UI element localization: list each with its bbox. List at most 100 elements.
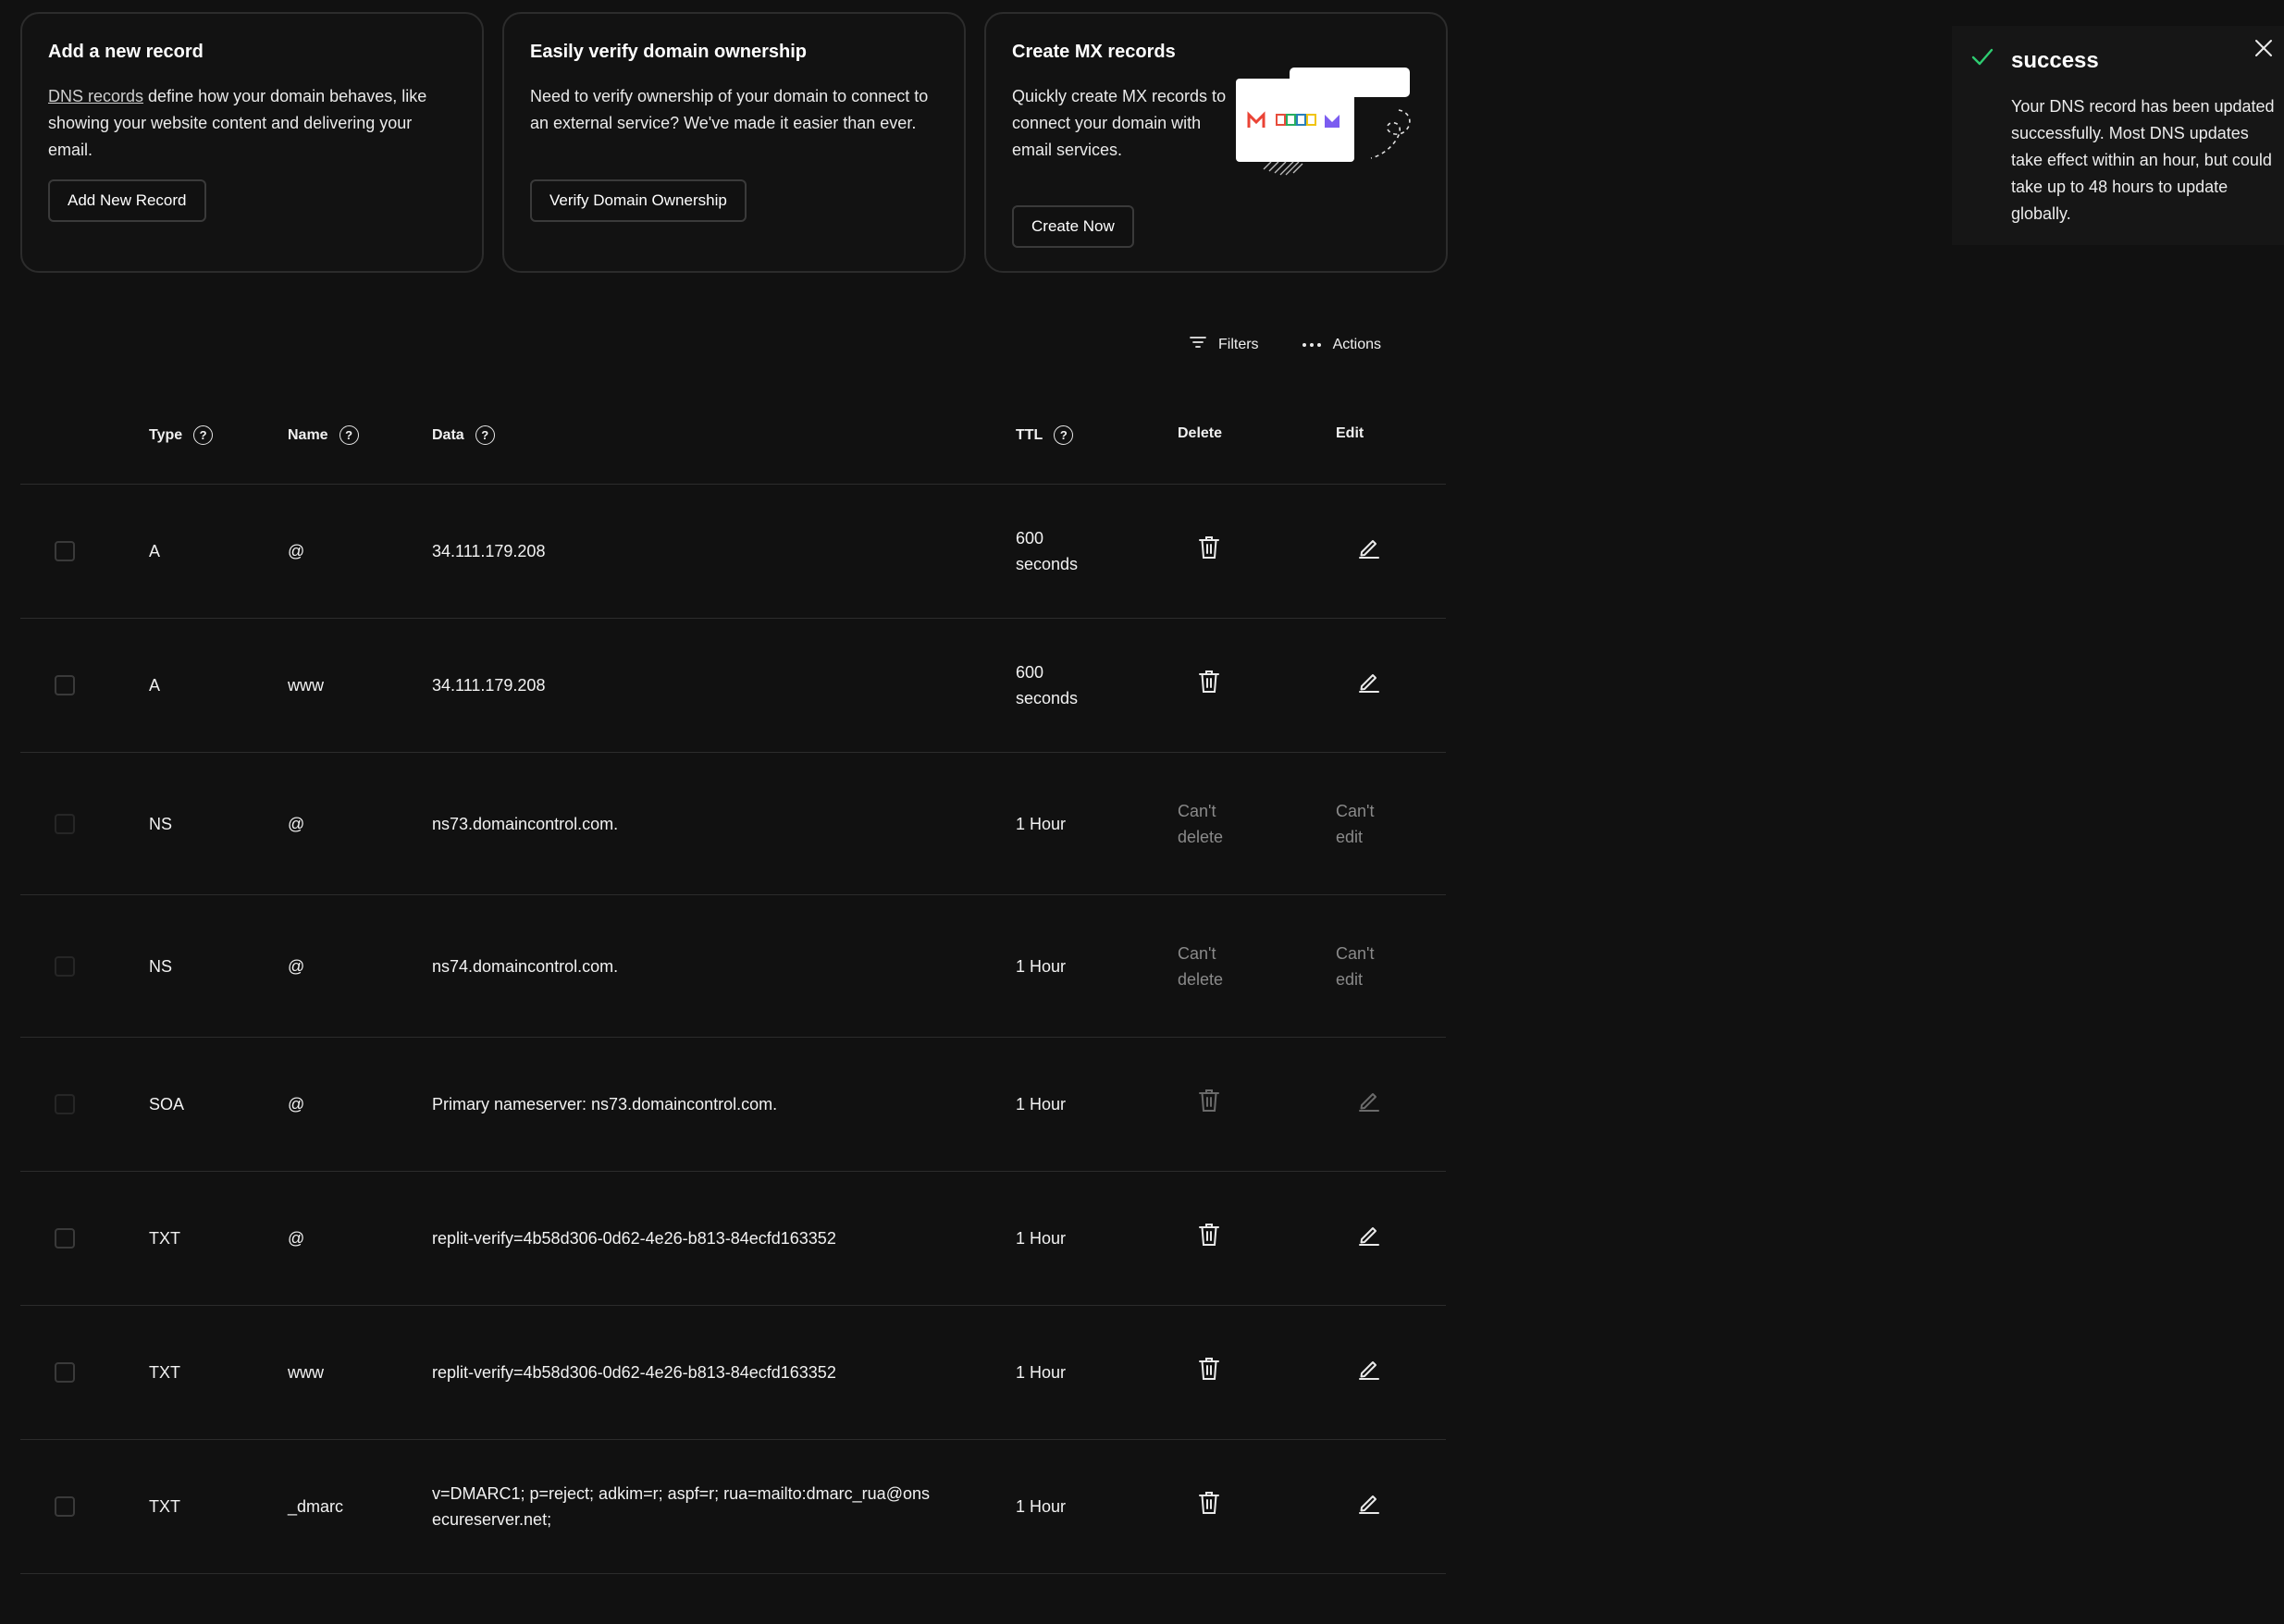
cell-type: SOA <box>149 1095 185 1113</box>
help-circle-icon[interactable]: ? <box>475 425 495 445</box>
edit-button[interactable] <box>1358 536 1380 566</box>
header-data-label: Data <box>432 426 464 443</box>
add-record-card-title: Add a new record <box>48 42 204 62</box>
cell-data: 34.111.179.208 <box>432 542 546 560</box>
table-row: A @ 34.111.179.208 600 seconds <box>20 485 1446 619</box>
edit-button[interactable] <box>1358 1358 1380 1387</box>
verify-domain-card-title: Easily verify domain ownership <box>530 42 807 62</box>
edit-button[interactable] <box>1358 671 1380 700</box>
header-delete: Delete <box>1178 425 1223 441</box>
cell-type: NS <box>149 956 173 976</box>
filters-label: Filters <box>1218 336 1259 352</box>
actions-label: Actions <box>1332 336 1382 352</box>
close-icon[interactable] <box>2253 37 2275 64</box>
cell-ttl: 600 seconds <box>1016 663 1079 707</box>
email-services-illustration <box>1236 68 1411 176</box>
verify-domain-card: Easily verify domain ownership Need to v… <box>502 12 966 273</box>
cell-type: TXT <box>149 1229 180 1248</box>
cell-ttl: 1 Hour <box>1016 1363 1067 1382</box>
row-checkbox[interactable] <box>55 1362 75 1383</box>
cell-ttl: 1 Hour <box>1016 1497 1067 1516</box>
filters-button[interactable]: Filters <box>1189 335 1259 354</box>
header-data: Data ? <box>432 425 950 445</box>
table-row: TXT _dmarc v=DMARC1; p=reject; adkim=r; … <box>20 1440 1446 1574</box>
add-new-record-button[interactable]: Add New Record <box>48 179 206 222</box>
pencil-icon <box>1359 1495 1379 1514</box>
row-checkbox[interactable] <box>55 541 75 561</box>
row-checkbox[interactable] <box>55 1496 75 1517</box>
table-row: SOA @ Primary nameserver: ns73.domaincon… <box>20 1038 1446 1172</box>
trash-icon <box>1199 1358 1219 1380</box>
cell-type: A <box>149 676 161 695</box>
cell-name: www <box>288 1363 324 1382</box>
delete-button-disabled <box>1198 1089 1220 1120</box>
cant-edit-text: Can't edit <box>1336 801 1375 846</box>
header-type: Type ? <box>149 425 214 445</box>
trash-icon <box>1199 536 1219 559</box>
cell-ttl: 1 Hour <box>1016 814 1067 833</box>
cell-ttl: 1 Hour <box>1016 956 1067 976</box>
trash-icon <box>1199 1224 1219 1246</box>
delete-button[interactable] <box>1198 1357 1220 1388</box>
row-checkbox[interactable] <box>55 1228 75 1249</box>
header-ttl-label: TTL <box>1016 426 1043 443</box>
cell-data: Primary nameserver: ns73.domaincontrol.c… <box>432 1095 778 1113</box>
header-name: Name ? <box>288 425 359 445</box>
dns-records-table: Type ? Name ? Data ? TTL ? Delete Edit A… <box>20 398 1446 1574</box>
table-header: Type ? Name ? Data ? TTL ? Delete Edit <box>20 398 1446 485</box>
pencil-icon <box>1359 1093 1379 1112</box>
cell-data: 34.111.179.208 <box>432 676 546 695</box>
table-toolbar: Filters Actions <box>1189 335 1381 354</box>
cell-ttl: 1 Hour <box>1016 1095 1067 1113</box>
cell-name: @ <box>288 1229 305 1248</box>
row-checkbox <box>55 813 75 834</box>
cell-ttl: 1 Hour <box>1016 1229 1067 1248</box>
delete-button[interactable] <box>1198 535 1220 567</box>
cell-data: ns73.domaincontrol.com. <box>432 814 619 833</box>
help-circle-icon[interactable]: ? <box>193 425 214 445</box>
trash-icon <box>1199 1492 1219 1514</box>
row-checkbox[interactable] <box>55 675 75 695</box>
verify-domain-ownership-button[interactable]: Verify Domain Ownership <box>530 179 747 222</box>
toast-message: Your DNS record has been updated success… <box>2011 97 2275 223</box>
edit-button-disabled <box>1358 1089 1380 1119</box>
trash-icon <box>1199 671 1219 693</box>
cant-delete-text: Can't delete <box>1178 943 1224 989</box>
cell-type: TXT <box>149 1363 180 1382</box>
cell-data: replit-verify=4b58d306-0d62-4e26-b813-84… <box>432 1229 836 1248</box>
delete-button[interactable] <box>1198 670 1220 701</box>
more-horizontal-icon <box>1302 337 1322 353</box>
pencil-icon <box>1359 1227 1379 1246</box>
cell-data: v=DMARC1; p=reject; adkim=r; aspf=r; rua… <box>432 1484 930 1529</box>
mx-records-card-body: Quickly create MX records to connect you… <box>1012 87 1227 159</box>
create-now-button[interactable]: Create Now <box>1012 205 1134 248</box>
cell-name: @ <box>288 814 305 833</box>
cell-data: replit-verify=4b58d306-0d62-4e26-b813-84… <box>432 1363 836 1382</box>
help-circle-icon[interactable]: ? <box>339 425 359 445</box>
trash-icon <box>1199 1089 1219 1112</box>
cell-name: @ <box>288 542 305 560</box>
delete-button[interactable] <box>1198 1491 1220 1522</box>
success-toast: success Your DNS record has been updated… <box>1952 26 2284 245</box>
cell-type: A <box>149 542 161 560</box>
help-circle-icon[interactable]: ? <box>1054 425 1074 445</box>
cell-data: ns74.domaincontrol.com. <box>432 956 619 976</box>
filter-icon <box>1189 335 1207 354</box>
cell-name: @ <box>288 956 305 976</box>
mx-records-card: Create MX records Quickly create MX reco… <box>984 12 1448 273</box>
pencil-icon <box>1359 540 1379 559</box>
cant-edit-text: Can't edit <box>1336 943 1375 989</box>
delete-button[interactable] <box>1198 1223 1220 1254</box>
header-type-label: Type <box>149 426 183 443</box>
header-edit: Edit <box>1336 425 1364 441</box>
dns-records-link[interactable]: DNS records <box>48 87 143 105</box>
actions-button[interactable]: Actions <box>1302 337 1381 353</box>
table-row: A www 34.111.179.208 600 seconds <box>20 619 1446 753</box>
table-row: TXT @ replit-verify=4b58d306-0d62-4e26-b… <box>20 1172 1446 1306</box>
pencil-icon <box>1359 674 1379 693</box>
edit-button[interactable] <box>1358 1224 1380 1253</box>
edit-button[interactable] <box>1358 1492 1380 1521</box>
verify-domain-card-body: Need to verify ownership of your domain … <box>530 87 929 132</box>
toast-title: success <box>2011 48 2099 73</box>
row-checkbox <box>55 955 75 977</box>
